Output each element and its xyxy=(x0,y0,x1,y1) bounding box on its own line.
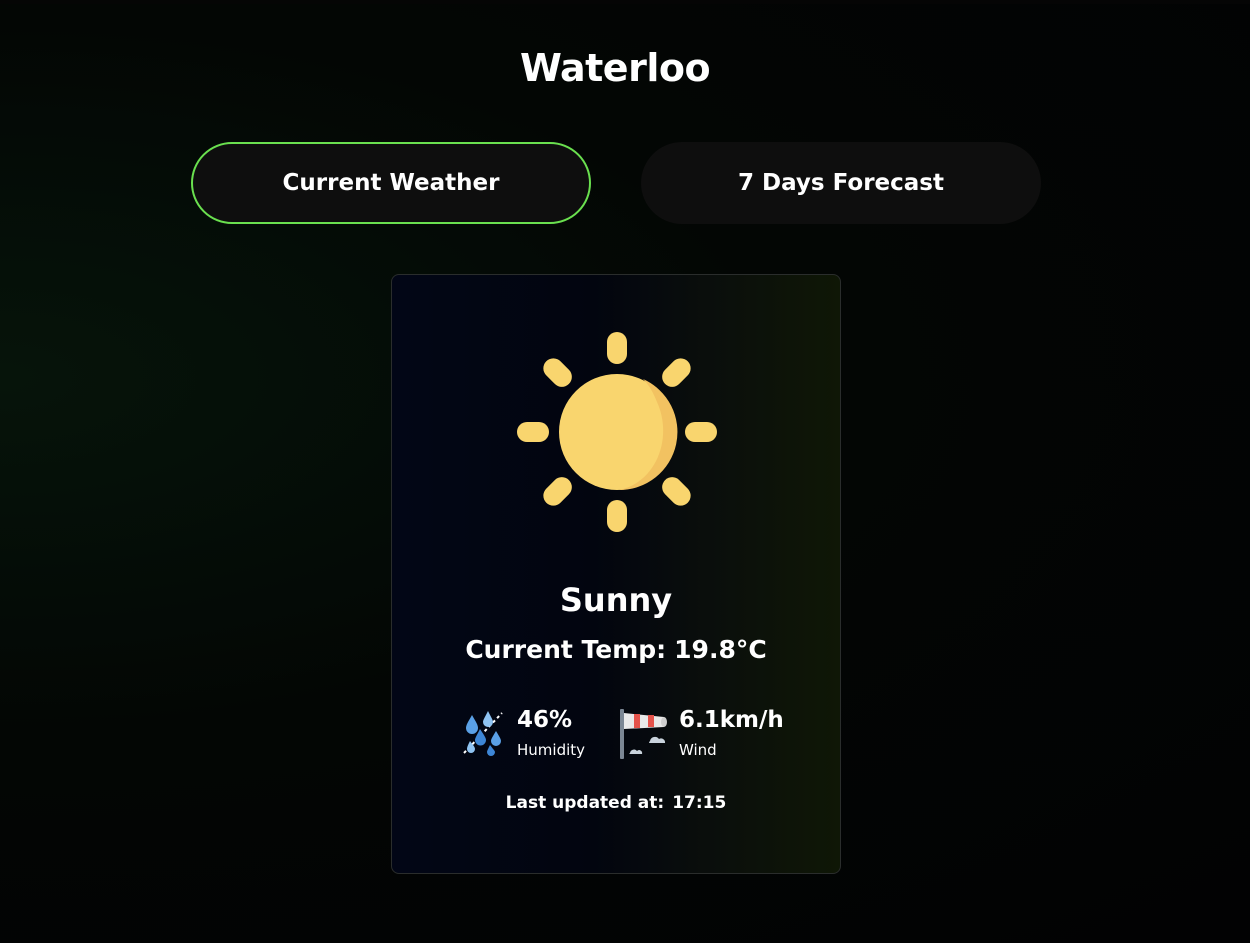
humidity-value: 46% xyxy=(517,707,573,733)
wind-stat: 6.1km/h Wind xyxy=(620,705,790,765)
last-updated-label: Last updated at: xyxy=(505,793,665,813)
sun-icon xyxy=(517,332,717,532)
top-divider xyxy=(0,0,1250,4)
humidity-icon xyxy=(463,711,503,756)
last-updated: Last updated at: 17:15 xyxy=(392,793,840,813)
weather-condition: Sunny xyxy=(559,581,673,619)
humidity-stat: 46% Humidity xyxy=(458,705,608,765)
temp-value: 19.8°C xyxy=(674,635,767,664)
temp-label: Current Temp: xyxy=(465,635,667,664)
humidity-label: Humidity xyxy=(517,741,586,759)
windsock-icon xyxy=(620,709,667,759)
last-updated-time: 17:15 xyxy=(672,793,727,813)
wind-label: Wind xyxy=(679,741,717,759)
tab-7-days-forecast[interactable]: 7 Days Forecast xyxy=(641,142,1041,224)
current-weather-card: Sunny Current Temp: 19.8°C 46% Humidity 6… xyxy=(391,274,841,874)
current-temperature: Current Temp: 19.8°C xyxy=(392,635,840,664)
city-title: Waterloo xyxy=(519,46,711,90)
tab-current-weather[interactable]: Current Weather xyxy=(191,142,591,224)
wind-value: 6.1km/h xyxy=(679,707,784,733)
